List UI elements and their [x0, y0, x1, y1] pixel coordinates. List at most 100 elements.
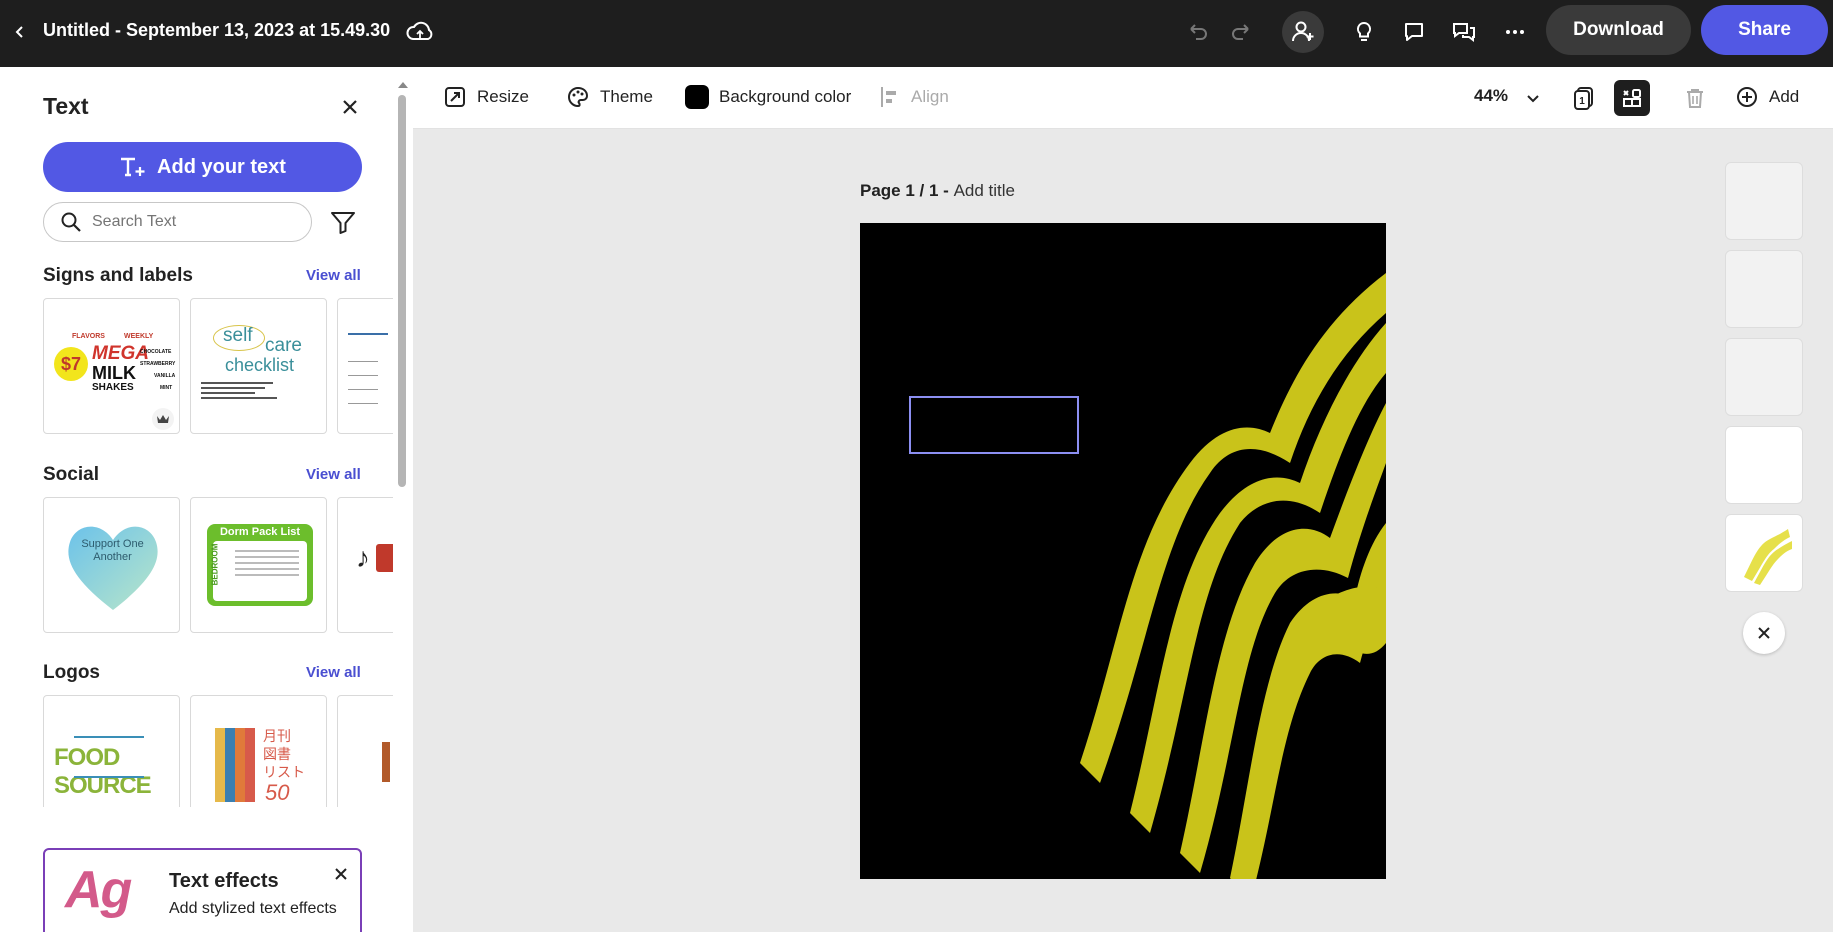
layers-icon[interactable] [1614, 80, 1650, 116]
thumb-text: MILK [92, 363, 136, 383]
close-icon[interactable] [331, 864, 351, 884]
resize-button[interactable]: Resize [443, 85, 529, 109]
svg-text:1: 1 [1579, 96, 1585, 107]
back-icon[interactable] [6, 18, 34, 46]
social-thumbnails: Support One Another Dorm Pack List BEDRO… [43, 497, 393, 633]
thumb-text: FOOD SOURCE [54, 744, 152, 799]
trash-icon[interactable] [1677, 80, 1713, 116]
resize-label: Resize [477, 87, 529, 106]
resize-icon [445, 87, 465, 107]
filter-icon[interactable] [328, 207, 358, 237]
plus-circle-icon [1737, 87, 1757, 107]
download-button[interactable]: Download [1546, 5, 1691, 55]
close-icon[interactable] [336, 93, 364, 121]
heart-shape [68, 526, 158, 610]
logos-thumbnails: FOOD SOURCE 月刊 図書 リスト 50 [43, 695, 393, 807]
search-input[interactable] [92, 213, 292, 231]
chevron-down-icon[interactable] [1515, 80, 1551, 116]
review-comments-icon[interactable] [1446, 14, 1482, 50]
ribbon-thumbnail-icon [1744, 529, 1792, 585]
page-thumbnail[interactable] [1725, 250, 1803, 328]
invite-user-icon[interactable] [1282, 11, 1324, 53]
thumb-text: Support One [81, 538, 144, 550]
thumb-text: checklist [225, 355, 295, 375]
selected-text-box[interactable] [909, 396, 1079, 454]
background-color-button[interactable]: Background color [685, 85, 851, 109]
music-note-icon: ♪ [356, 542, 370, 573]
section-title-signs: Signs and labels [43, 265, 193, 286]
cloud-sync-icon[interactable] [404, 15, 438, 49]
view-all-logos-link[interactable]: View all [306, 664, 361, 681]
template-thumb-music[interactable]: ♪ [337, 497, 393, 633]
more-options-icon[interactable] [1497, 14, 1533, 50]
color-swatch [685, 85, 709, 109]
add-button[interactable]: Add [1735, 85, 1799, 109]
text-effects-title: Text effects [169, 870, 279, 892]
thumb-text: 図書 [263, 746, 291, 762]
template-thumb-self-care[interactable]: self care checklist [190, 298, 327, 434]
view-all-signs-link[interactable]: View all [306, 267, 361, 284]
page-thumbnail[interactable] [1725, 162, 1803, 240]
canvas-toolbar: Resize Theme Background color Align 44% … [413, 67, 1833, 129]
panel-scrollbar[interactable] [398, 95, 406, 487]
add-title-link[interactable]: Add title [954, 181, 1015, 200]
close-icon[interactable] [1743, 612, 1785, 654]
search-box[interactable] [43, 202, 312, 242]
thumb-text: MINT [160, 385, 173, 391]
section-title-social: Social [43, 464, 99, 485]
page-number: Page 1 / 1 - [860, 181, 949, 200]
template-thumb-logo[interactable] [337, 695, 393, 807]
thumb-text: BEDROOM [210, 543, 220, 586]
thumb-text: 月刊 [263, 728, 291, 744]
signs-thumbnails: FLAVORS WEEKLY $7 MEGA MILK SHAKES CHOCO… [43, 298, 393, 434]
page-thumbnail[interactable] [1725, 338, 1803, 416]
template-thumb-books[interactable]: 月刊 図書 リスト 50 [190, 695, 327, 807]
thumb-text: VANILLA [154, 373, 176, 379]
top-bar: Untitled - September 13, 2023 at 15.49.3… [0, 0, 1833, 67]
template-thumb-milk-shakes[interactable]: FLAVORS WEEKLY $7 MEGA MILK SHAKES CHOCO… [43, 298, 180, 434]
scroll-up-icon[interactable] [397, 77, 409, 95]
view-all-social-link[interactable]: View all [306, 466, 361, 483]
text-effects-glyph: Ag [65, 861, 132, 919]
document-title[interactable]: Untitled - September 13, 2023 at 15.49.3… [43, 20, 390, 41]
add-your-text-label: Add your text [157, 155, 286, 178]
background-color-label: Background color [719, 87, 852, 106]
yellow-ribbon-artwork [1080, 273, 1386, 879]
thumb-text: care [265, 335, 302, 356]
panel-title: Text [43, 93, 89, 119]
undo-icon[interactable] [1180, 14, 1216, 50]
add-your-text-button[interactable]: Add your text [43, 142, 362, 192]
add-label: Add [1769, 87, 1800, 106]
text-effects-card[interactable]: Ag Text effects Add stylized text effect… [43, 848, 362, 932]
page-thumbnail-ribbon[interactable] [1725, 514, 1803, 592]
text-effects-subtitle: Add stylized text effects [169, 900, 337, 917]
template-thumb-food-source[interactable]: FOOD SOURCE [43, 695, 180, 807]
thumb-text: 50 [265, 780, 290, 805]
template-thumb-heart[interactable]: Support One Another [43, 497, 180, 633]
search-icon [61, 212, 81, 232]
lightbulb-icon[interactable] [1346, 14, 1382, 50]
thumb-price-badge: $7 [54, 347, 88, 381]
template-thumb-list[interactable] [337, 298, 393, 434]
page-count-icon[interactable]: 1 [1566, 80, 1602, 116]
share-button[interactable]: Share [1701, 5, 1828, 55]
align-button[interactable]: Align [879, 85, 949, 109]
template-thumb-dorm[interactable]: Dorm Pack List BEDROOM [190, 497, 327, 633]
page-label: Page 1 / 1 - Add title [860, 181, 1015, 201]
comment-icon[interactable] [1396, 14, 1432, 50]
thumb-text: FLAVORS [72, 333, 105, 340]
thumb-text: WEEKLY [124, 333, 154, 340]
redo-icon[interactable] [1223, 14, 1259, 50]
theme-label: Theme [600, 87, 653, 106]
add-text-icon [121, 157, 145, 177]
page-thumbnail[interactable] [1725, 426, 1803, 504]
theme-button[interactable]: Theme [566, 85, 653, 109]
artboard[interactable] [860, 223, 1386, 879]
palette-icon [568, 86, 589, 108]
thumb-text: リスト [263, 764, 305, 780]
zoom-level[interactable]: 44% [1474, 86, 1508, 106]
thumb-text: STRAWBERRY [140, 361, 176, 367]
text-panel: Text Add your text Signs and labels View… [0, 67, 413, 932]
thumb-text: CHOCOLATE [140, 349, 172, 355]
thumb-text: Dorm Pack List [219, 526, 301, 538]
